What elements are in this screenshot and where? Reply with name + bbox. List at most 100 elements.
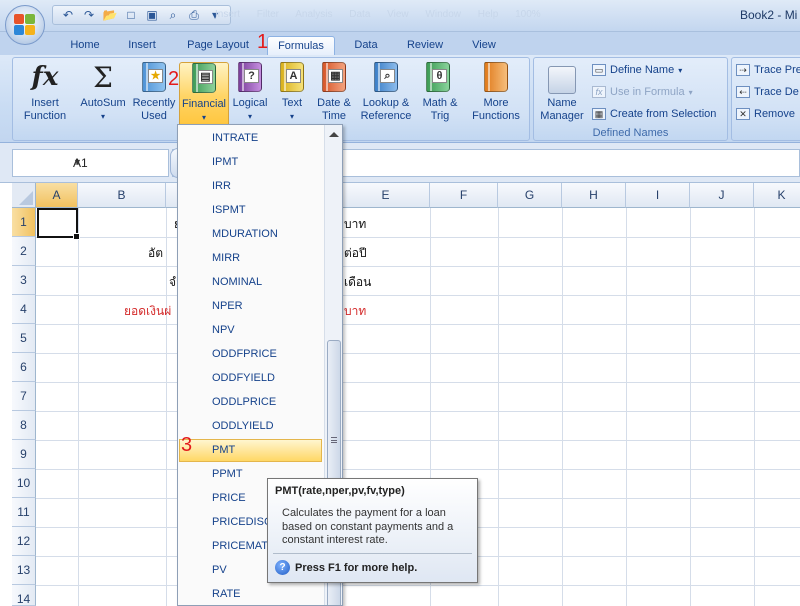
row-header[interactable]: 9 bbox=[12, 440, 36, 469]
column-header[interactable]: J bbox=[690, 183, 754, 208]
define-name-button[interactable]: ▭ Define Name ▾ bbox=[592, 64, 682, 76]
column-header[interactable]: A bbox=[36, 183, 78, 208]
menu-item-nominal[interactable]: NOMINAL bbox=[179, 271, 322, 294]
column-header[interactable]: F bbox=[430, 183, 498, 208]
formula-auditing-group: ⇢ Trace Pre ⇠ Trace De ✕ Remove bbox=[731, 57, 800, 141]
cell-e3[interactable]: เดือน bbox=[344, 273, 371, 292]
autosum-button[interactable]: Σ AutoSum ▾ bbox=[77, 62, 129, 123]
sigma-icon: Σ bbox=[93, 61, 113, 94]
ribbon-tabs: Home Insert Page Layout Formulas Data Re… bbox=[0, 32, 800, 56]
menu-item-pmt[interactable]: PMT bbox=[179, 439, 322, 462]
row-header[interactable]: 14 bbox=[12, 585, 36, 606]
menu-item-mirr[interactable]: MIRR bbox=[179, 247, 322, 270]
cell-b2[interactable]: อัต bbox=[148, 244, 163, 263]
row-header[interactable]: 5 bbox=[12, 324, 36, 353]
redo-icon[interactable]: ↷ bbox=[80, 7, 98, 23]
date-time-button[interactable]: ▦ Date & Time bbox=[313, 62, 355, 123]
tooltip-title: PMT(rate,nper,pv,fv,type) bbox=[275, 485, 405, 497]
menu-item-nper[interactable]: NPER bbox=[179, 295, 322, 318]
menu-item-oddlyield[interactable]: ODDLYIELD bbox=[179, 415, 322, 438]
group-label-defined-names: Defined Names bbox=[592, 127, 669, 139]
row-header[interactable]: 12 bbox=[12, 527, 36, 556]
column-header[interactable]: H bbox=[562, 183, 626, 208]
ghost-menu-text: Insert Filter Analysis Data View Window … bbox=[215, 9, 541, 20]
cell-e1[interactable]: บาท bbox=[344, 215, 366, 234]
lookup-reference-button[interactable]: ⌕ Lookup & Reference bbox=[357, 62, 415, 123]
cell-e2[interactable]: ต่อปี bbox=[344, 244, 367, 263]
row-header[interactable]: 13 bbox=[12, 556, 36, 585]
logical-button[interactable]: ? Logical ▾ bbox=[229, 62, 271, 123]
menu-item-npv[interactable]: NPV bbox=[179, 319, 322, 342]
name-box[interactable]: A1 ▼ bbox=[12, 149, 169, 177]
row-header[interactable]: 11 bbox=[12, 498, 36, 527]
grip-icon bbox=[331, 437, 337, 443]
cell-e4[interactable]: บาท bbox=[344, 302, 366, 321]
menu-item-mduration[interactable]: MDURATION bbox=[179, 223, 322, 246]
save-icon[interactable]: ▣ bbox=[143, 7, 161, 23]
remove-arrows-icon: ✕ bbox=[736, 108, 750, 120]
create-from-selection-button[interactable]: ▦ Create from Selection bbox=[592, 108, 716, 120]
row-header[interactable]: 6 bbox=[12, 353, 36, 382]
row-header[interactable]: 8 bbox=[12, 411, 36, 440]
print-icon[interactable]: ⎙ bbox=[185, 7, 203, 23]
remove-arrows-button[interactable]: ✕ Remove bbox=[736, 108, 795, 120]
column-header[interactable]: I bbox=[626, 183, 690, 208]
undo-icon[interactable]: ↶ bbox=[59, 7, 77, 23]
tab-data[interactable]: Data bbox=[343, 36, 389, 56]
insert-function-button[interactable]: fx Insert Function bbox=[17, 62, 73, 123]
select-all-corner[interactable] bbox=[12, 183, 36, 208]
new-icon[interactable]: □ bbox=[122, 7, 140, 23]
define-name-icon: ▭ bbox=[592, 64, 606, 76]
column-header[interactable]: K bbox=[754, 183, 800, 208]
menu-item-oddfprice[interactable]: ODDFPRICE bbox=[179, 343, 322, 366]
row-header[interactable]: 10 bbox=[12, 469, 36, 498]
trace-precedents-icon: ⇢ bbox=[736, 64, 750, 76]
cell-b4[interactable]: ยอดเงินผ่ bbox=[124, 302, 171, 321]
row-header[interactable]: 2 bbox=[12, 237, 36, 266]
math-trig-button[interactable]: θ Math & Trig bbox=[417, 62, 459, 123]
row-header[interactable]: 3 bbox=[12, 266, 36, 295]
logical-book-icon: ? bbox=[238, 62, 262, 92]
scroll-up-icon[interactable] bbox=[329, 132, 339, 137]
fx-icon: fx bbox=[31, 62, 59, 92]
financial-button[interactable]: ▤ Financial ▾ bbox=[179, 62, 229, 130]
column-header[interactable]: E bbox=[342, 183, 430, 208]
name-manager-button[interactable]: Name Manager bbox=[537, 62, 587, 123]
tab-insert[interactable]: Insert bbox=[118, 36, 166, 56]
menu-item-ispmt[interactable]: ISPMT bbox=[179, 199, 322, 222]
menu-item-oddfyield[interactable]: ODDFYIELD bbox=[179, 367, 322, 390]
grid-icon: ▦ bbox=[592, 108, 606, 120]
trace-precedents-button[interactable]: ⇢ Trace Pre bbox=[736, 64, 800, 76]
tab-page-layout[interactable]: Page Layout bbox=[181, 36, 255, 56]
chevron-down-icon[interactable]: ▼ bbox=[73, 157, 164, 167]
use-in-formula-button[interactable]: fx Use in Formula ▾ bbox=[592, 86, 693, 98]
title-bar: ↶ ↷ 📂 □ ▣ ⌕ ⎙ ▾ Insert Filter Analysis D… bbox=[0, 0, 800, 32]
tab-review[interactable]: Review bbox=[400, 36, 450, 56]
financial-book-icon: ▤ bbox=[192, 63, 216, 93]
row-header[interactable]: 7 bbox=[12, 382, 36, 411]
trace-dependents-button[interactable]: ⇠ Trace De bbox=[736, 86, 799, 98]
trace-dependents-icon: ⇠ bbox=[736, 86, 750, 98]
text-button[interactable]: A Text ▾ bbox=[273, 62, 311, 123]
menu-item-rate[interactable]: RATE bbox=[179, 583, 322, 605]
column-header[interactable]: B bbox=[78, 183, 166, 208]
tooltip-divider bbox=[273, 553, 472, 554]
window-title: Book2 - Mi bbox=[740, 8, 798, 22]
tab-formulas[interactable]: Formulas bbox=[267, 36, 335, 56]
step-marker-2: 2 bbox=[168, 68, 180, 90]
row-header[interactable]: 4 bbox=[12, 295, 36, 324]
print-preview-icon[interactable]: ⌕ bbox=[164, 7, 182, 23]
open-icon[interactable]: 📂 bbox=[101, 7, 119, 23]
tab-view[interactable]: View bbox=[462, 36, 506, 56]
menu-item-ipmt[interactable]: IPMT bbox=[179, 151, 322, 174]
row-header[interactable]: 1 bbox=[12, 208, 36, 237]
column-header[interactable]: G bbox=[498, 183, 562, 208]
more-functions-button[interactable]: More Functions bbox=[465, 62, 527, 123]
office-button[interactable] bbox=[5, 5, 45, 45]
menu-item-intrate[interactable]: INTRATE bbox=[179, 127, 322, 150]
tab-home[interactable]: Home bbox=[62, 36, 108, 56]
menu-item-oddlprice[interactable]: ODDLPRICE bbox=[179, 391, 322, 414]
active-cell-selection[interactable] bbox=[37, 208, 80, 240]
menu-item-irr[interactable]: IRR bbox=[179, 175, 322, 198]
help-icon: ? bbox=[275, 560, 290, 575]
